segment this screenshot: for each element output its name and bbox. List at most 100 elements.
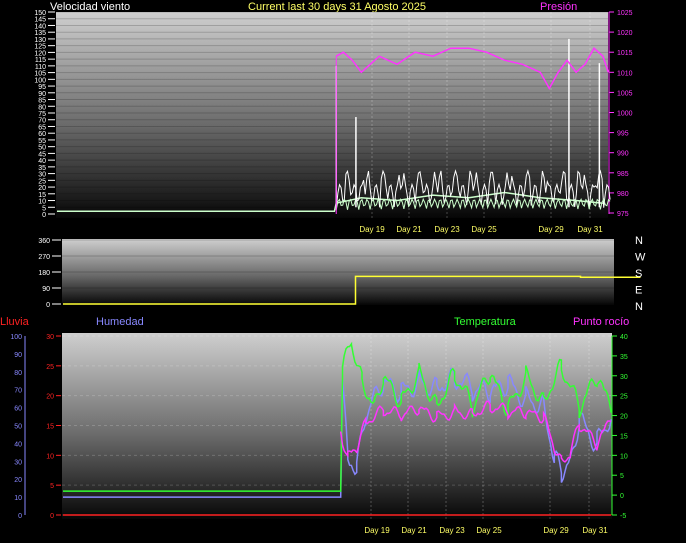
rain-tick-label: 15 — [46, 424, 54, 431]
y-tick-label: 50 — [38, 145, 46, 152]
y-tick-label: 20 — [38, 185, 46, 192]
pressure-tick-label: 1010 — [617, 70, 633, 77]
humidity-tick-label: 70 — [14, 388, 22, 395]
y-tick-label: 145 — [34, 17, 46, 24]
compass-w: W — [635, 252, 646, 264]
y-tick-label: 35 — [38, 165, 46, 172]
x-tick-label: Day 31 — [577, 225, 603, 234]
y-tick-label: 150 — [34, 10, 46, 17]
rain-tick-label: 20 — [46, 394, 54, 401]
x-tick-label: Day 29 — [543, 526, 569, 535]
rain-tick-label: 0 — [50, 513, 54, 520]
humidity-tick-label: 80 — [14, 370, 22, 377]
wind-speed-axis: 0510152025303540455055606570758085909510… — [34, 10, 55, 219]
temp-tick-label: 0 — [620, 493, 624, 500]
humidity-tick-label: 0 — [18, 513, 22, 520]
compass-n: N — [635, 235, 643, 247]
x-tick-label: Day 21 — [401, 526, 427, 535]
x-tick-label: Day 23 — [434, 225, 460, 234]
humidity-tick-label: 90 — [14, 352, 22, 359]
wind-pressure-x-axis: Day 19 Day 21 Day 23 Day 25 Day 29 Day 31 — [359, 225, 603, 234]
x-tick-label: Day 25 — [471, 225, 497, 234]
pressure-tick-label: 1020 — [617, 30, 633, 37]
x-tick-label: Day 31 — [582, 526, 608, 535]
weather-chart: Velocidad viento Current last 30 days 31… — [0, 1, 646, 535]
temp-tick-label: 40 — [620, 334, 628, 341]
pressure-tick-label: 1000 — [617, 111, 633, 118]
y-tick-label: 25 — [38, 178, 46, 185]
temp-humidity-x-axis: Day 19 Day 21 Day 23 Day 25 Day 29 Day 31 — [364, 526, 608, 535]
pressure-tick-label: 990 — [617, 151, 629, 158]
humidity-tick-label: 10 — [14, 495, 22, 502]
wind-direction-axis: 0 90 180 270 360 — [38, 238, 61, 309]
y-tick-label: 70 — [38, 118, 46, 125]
pressure-tick-label: 1005 — [617, 90, 633, 97]
temp-tick-label: -5 — [620, 513, 626, 520]
x-tick-label: Day 19 — [359, 225, 385, 234]
humidity-label: Humedad — [96, 316, 144, 328]
y-tick-label: 10 — [38, 199, 46, 206]
y-tick-label: 125 — [34, 44, 46, 51]
chart-title: Current last 30 days 31 Agosto 2025 — [248, 1, 426, 13]
y-tick-label: 15 — [38, 192, 46, 199]
y-tick-label: 140 — [34, 23, 46, 30]
y-tick-label: 135 — [34, 30, 46, 37]
pressure-label: Presión — [540, 1, 577, 13]
y-tick-label: 0 — [42, 212, 46, 219]
pressure-tick-label: 995 — [617, 131, 629, 138]
y-tick-label: 90 — [42, 286, 50, 293]
temp-tick-label: 10 — [620, 453, 628, 460]
compass-s: S — [635, 268, 642, 280]
temperature-label: Temperatura — [454, 316, 517, 328]
y-tick-label: 45 — [38, 151, 46, 158]
pressure-axis: 975 980 985 990 995 1000 1005 1010 1015 1020 1025 — [608, 10, 633, 218]
wind-speed-label: Velocidad viento — [50, 1, 130, 13]
compass-labels: NWSEN — [635, 235, 646, 313]
x-tick-label: Day 21 — [396, 225, 422, 234]
pressure-tick-label: 1015 — [617, 50, 633, 57]
humidity-tick-label: 20 — [14, 477, 22, 484]
y-tick-label: 5 — [42, 205, 46, 212]
pressure-tick-label: 980 — [617, 191, 629, 198]
y-tick-label: 115 — [35, 57, 46, 64]
y-tick-label: 90 — [38, 91, 46, 98]
humidity-tick-label: 60 — [14, 406, 22, 413]
y-tick-label: 55 — [38, 138, 46, 145]
temp-tick-label: 25 — [620, 394, 628, 401]
humidity-tick-label: 100 — [10, 334, 22, 341]
pressure-tick-label: 975 — [617, 211, 629, 218]
rain-tick-label: 25 — [46, 364, 54, 371]
x-tick-label: Day 25 — [476, 526, 502, 535]
y-tick-label: 0 — [46, 302, 50, 309]
y-tick-label: 60 — [38, 131, 46, 138]
y-tick-label: 100 — [34, 77, 46, 84]
x-tick-label: Day 29 — [538, 225, 564, 234]
rain-axis: 0 5 10 15 20 25 30 — [46, 334, 61, 520]
y-tick-label: 270 — [38, 254, 50, 261]
temperature-axis: -5 0 5 10 15 20 25 30 35 40 — [611, 334, 628, 520]
rain-tick-label: 5 — [50, 483, 54, 490]
humidity-axis: 0 10 20 30 40 50 60 70 80 90 100 — [10, 334, 26, 520]
humidity-tick-label: 50 — [14, 424, 22, 431]
temp-tick-label: 5 — [620, 473, 624, 480]
x-tick-label: Day 23 — [439, 526, 465, 535]
y-tick-label: 110 — [35, 64, 46, 71]
y-tick-label: 130 — [34, 37, 46, 44]
compass-e: E — [635, 285, 642, 297]
y-tick-label: 360 — [38, 238, 50, 245]
rain-tick-label: 30 — [46, 334, 54, 341]
y-tick-label: 95 — [38, 84, 46, 91]
humidity-tick-label: 40 — [14, 441, 22, 448]
y-tick-label: 180 — [38, 270, 50, 277]
rain-label: Lluvia — [0, 316, 30, 328]
temp-tick-label: 15 — [620, 433, 628, 440]
y-tick-label: 105 — [34, 71, 46, 78]
compass-n: N — [635, 301, 643, 313]
humidity-tick-label: 30 — [14, 459, 22, 466]
pressure-tick-label: 1025 — [617, 10, 633, 17]
pressure-tick-label: 985 — [617, 171, 629, 178]
y-tick-label: 75 — [38, 111, 46, 118]
y-tick-label: 80 — [38, 104, 46, 111]
y-tick-label: 30 — [38, 172, 46, 179]
temp-tick-label: 20 — [620, 414, 628, 421]
